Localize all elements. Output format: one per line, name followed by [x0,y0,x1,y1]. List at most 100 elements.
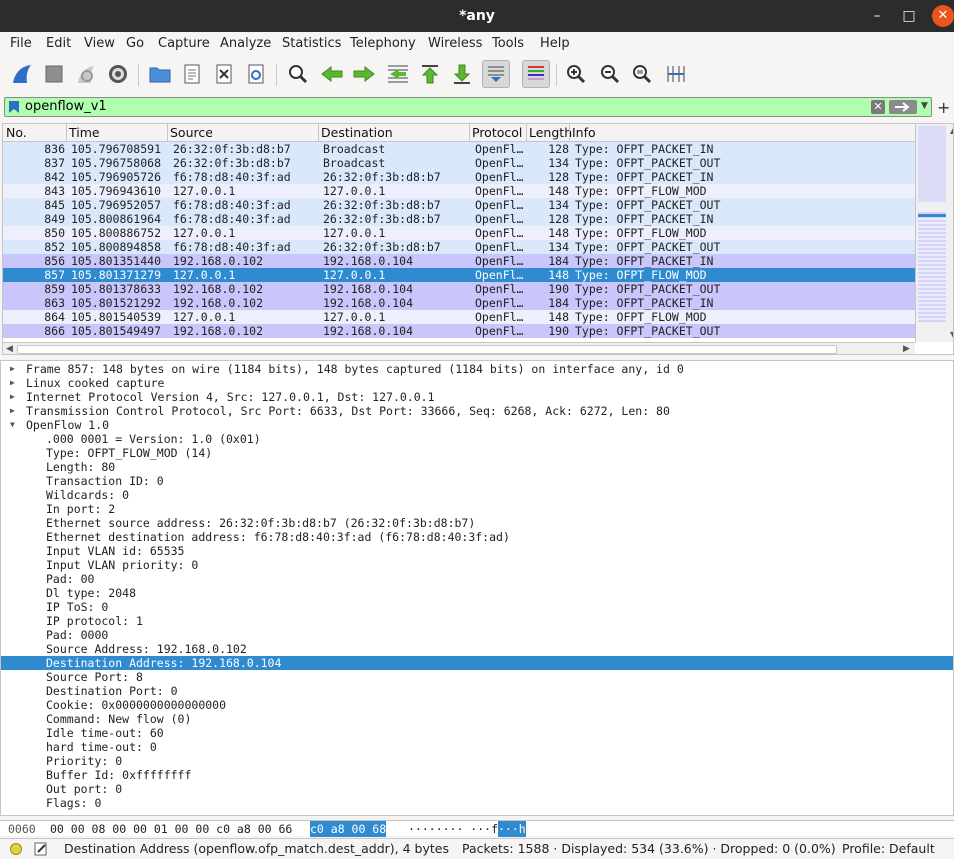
menu-wireless[interactable]: Wireless [428,36,482,51]
expanded-arrow-icon[interactable]: ▼ [10,418,15,432]
openflow-field[interactable]: Type: OFPT_FLOW_MOD (14) [1,446,953,460]
menu-help[interactable]: Help [540,36,570,51]
openflow-field[interactable]: In port: 2 [1,502,953,516]
table-row[interactable]: 863 105.801521292 192.168.0.102 192.168.0.1… [3,296,915,310]
display-filter-input[interactable] [25,98,865,116]
zoom-in-icon[interactable] [562,60,590,88]
openflow-field[interactable]: Destination Port: 0 [1,684,953,698]
menu-file[interactable]: File [10,36,32,51]
openflow-field[interactable]: Priority: 0 [1,754,953,768]
detail-tree-item[interactable]: ▶ Linux cooked capture [1,376,953,390]
scroll-down-icon[interactable]: ▼ [950,330,953,339]
bytes-ascii[interactable]: ········ ···f [408,821,498,837]
table-row[interactable]: 849 105.800861964 f6:78:d8:40:3f:ad 26:32:0… [3,212,915,226]
openflow-field[interactable]: Source Port: 8 [1,670,953,684]
column-time[interactable]: Time [69,125,100,140]
openflow-field[interactable]: Buffer Id: 0xffffffff [1,768,953,782]
openflow-field[interactable]: Idle time-out: 60 [1,726,953,740]
openflow-field[interactable]: Command: New flow (0) [1,712,953,726]
go-first-packet-icon[interactable] [416,60,444,88]
collapsed-arrow-icon[interactable]: ▶ [10,376,15,390]
close-file-icon[interactable] [210,60,238,88]
openflow-field[interactable]: Dl type: 2048 [1,586,953,600]
openflow-field[interactable]: IP protocol: 1 [1,614,953,628]
openflow-field[interactable]: Source Address: 192.168.0.102 [1,642,953,656]
table-row[interactable]: 845 105.796952057 f6:78:d8:40:3f:ad 26:32:0… [3,198,915,212]
openflow-field[interactable]: Length: 80 [1,460,953,474]
table-row[interactable]: 843 105.796943610 127.0.0.1 127.0.0.1 OpenFl… [3,184,915,198]
filter-history-dropdown[interactable]: ▼ [921,101,928,111]
collapsed-arrow-icon[interactable]: ▶ [10,362,15,376]
bytes-hex-highlight[interactable]: c0 a8 00 68 [310,821,387,837]
capture-options-icon[interactable] [104,60,132,88]
table-row[interactable]: 837 105.796758068 26:32:0f:3b:d8:b7 Broadca… [3,156,915,170]
openflow-field[interactable]: Ethernet source address: 26:32:0f:3b:d8:… [1,516,953,530]
detail-tree-item[interactable]: ▶ Transmission Control Protocol, Src Port… [1,404,953,418]
column-info[interactable]: Info [572,125,596,140]
detail-tree-item[interactable]: ▼ OpenFlow 1.0 [1,418,953,432]
scroll-up-icon[interactable]: ▲ [950,126,953,135]
menu-edit[interactable]: Edit [46,36,71,51]
collapsed-arrow-icon[interactable]: ▶ [10,404,15,418]
column-no[interactable]: No. [6,125,27,140]
go-last-packet-icon[interactable] [448,60,476,88]
menu-go[interactable]: Go [126,36,144,51]
packet-list-hscrollbar[interactable]: ◀ ▶ [3,342,915,354]
reload-file-icon[interactable] [242,60,270,88]
openflow-field[interactable]: .000 0001 = Version: 1.0 (0x01) [1,432,953,446]
openflow-field[interactable]: Input VLAN priority: 0 [1,558,953,572]
openflow-field[interactable]: Ethernet destination address: f6:78:d8:4… [1,530,953,544]
restart-capture-icon[interactable] [72,60,100,88]
expert-info-icon[interactable] [10,843,22,855]
bytes-hex[interactable]: 00 00 08 00 00 01 00 00 c0 a8 00 66 [50,821,292,837]
detail-tree-item[interactable]: ▶ Internet Protocol Version 4, Src: 127.0… [1,390,953,404]
openflow-field[interactable]: Wildcards: 0 [1,488,953,502]
table-row[interactable]: 842 105.796905726 f6:78:d8:40:3f:ad 26:32:0… [3,170,915,184]
table-row[interactable]: 866 105.801549497 192.168.0.102 192.168.0.1… [3,324,915,338]
capture-comment-icon[interactable] [34,842,48,859]
save-file-icon[interactable] [178,60,206,88]
table-row[interactable]: 856 105.801351440 192.168.0.102 192.168.0.1… [3,254,915,268]
table-row[interactable]: 836 105.796708591 26:32:0f:3b:d8:b7 Broadca… [3,142,915,156]
openflow-field[interactable]: Input VLAN id: 65535 [1,544,953,558]
start-capture-icon[interactable] [8,60,36,88]
go-back-icon[interactable] [318,60,346,88]
bookmark-icon[interactable] [8,100,20,114]
scroll-left-icon[interactable]: ◀ [6,344,13,354]
packet-list-scrollbar[interactable]: ▲ ▼ [915,124,953,342]
table-row[interactable]: 850 105.800886752 127.0.0.1 127.0.0.1 OpenFl… [3,226,915,240]
find-packet-icon[interactable] [284,60,312,88]
openflow-field[interactable]: Out port: 0 [1,782,953,796]
openflow-field[interactable]: Cookie: 0x0000000000000000 [1,698,953,712]
openflow-field[interactable]: IP ToS: 0 [1,600,953,614]
colorize-icon[interactable] [522,60,550,88]
openflow-field[interactable]: Pad: 00 [1,572,953,586]
bytes-ascii-highlight[interactable]: ···h [498,821,526,837]
clear-filter-icon[interactable]: ✕ [871,100,885,114]
add-filter-button[interactable]: + [937,98,950,117]
openflow-field[interactable]: hard time-out: 0 [1,740,953,754]
open-file-icon[interactable] [146,60,174,88]
menu-view[interactable]: View [84,36,115,51]
menu-capture[interactable]: Capture [158,36,210,51]
table-row[interactable]: 864 105.801540539 127.0.0.1 127.0.0.1 OpenFl… [3,310,915,324]
apply-filter-button[interactable] [889,100,917,114]
minimize-button[interactable]: – [866,5,888,27]
table-row[interactable]: 857 105.801371279 127.0.0.1 127.0.0.1 OpenFl… [3,268,915,282]
menu-telephony[interactable]: Telephony [350,36,416,51]
maximize-button[interactable]: □ [898,5,920,27]
column-length[interactable]: Length [529,125,572,140]
menu-statistics[interactable]: Statistics [282,36,341,51]
auto-scroll-icon[interactable] [482,60,510,88]
openflow-field[interactable]: Transaction ID: 0 [1,474,953,488]
table-row[interactable]: 859 105.801378633 192.168.0.102 192.168.0.1… [3,282,915,296]
stop-capture-icon[interactable] [40,60,68,88]
zoom-out-icon[interactable] [596,60,624,88]
column-destination[interactable]: Destination [321,125,393,140]
menu-analyze[interactable]: Analyze [220,36,271,51]
zoom-normal-icon[interactable] [628,60,656,88]
menu-tools[interactable]: Tools [492,36,524,51]
scroll-right-icon[interactable]: ▶ [903,344,910,354]
openflow-field[interactable]: Flags: 0 [1,796,953,810]
go-forward-icon[interactable] [350,60,378,88]
